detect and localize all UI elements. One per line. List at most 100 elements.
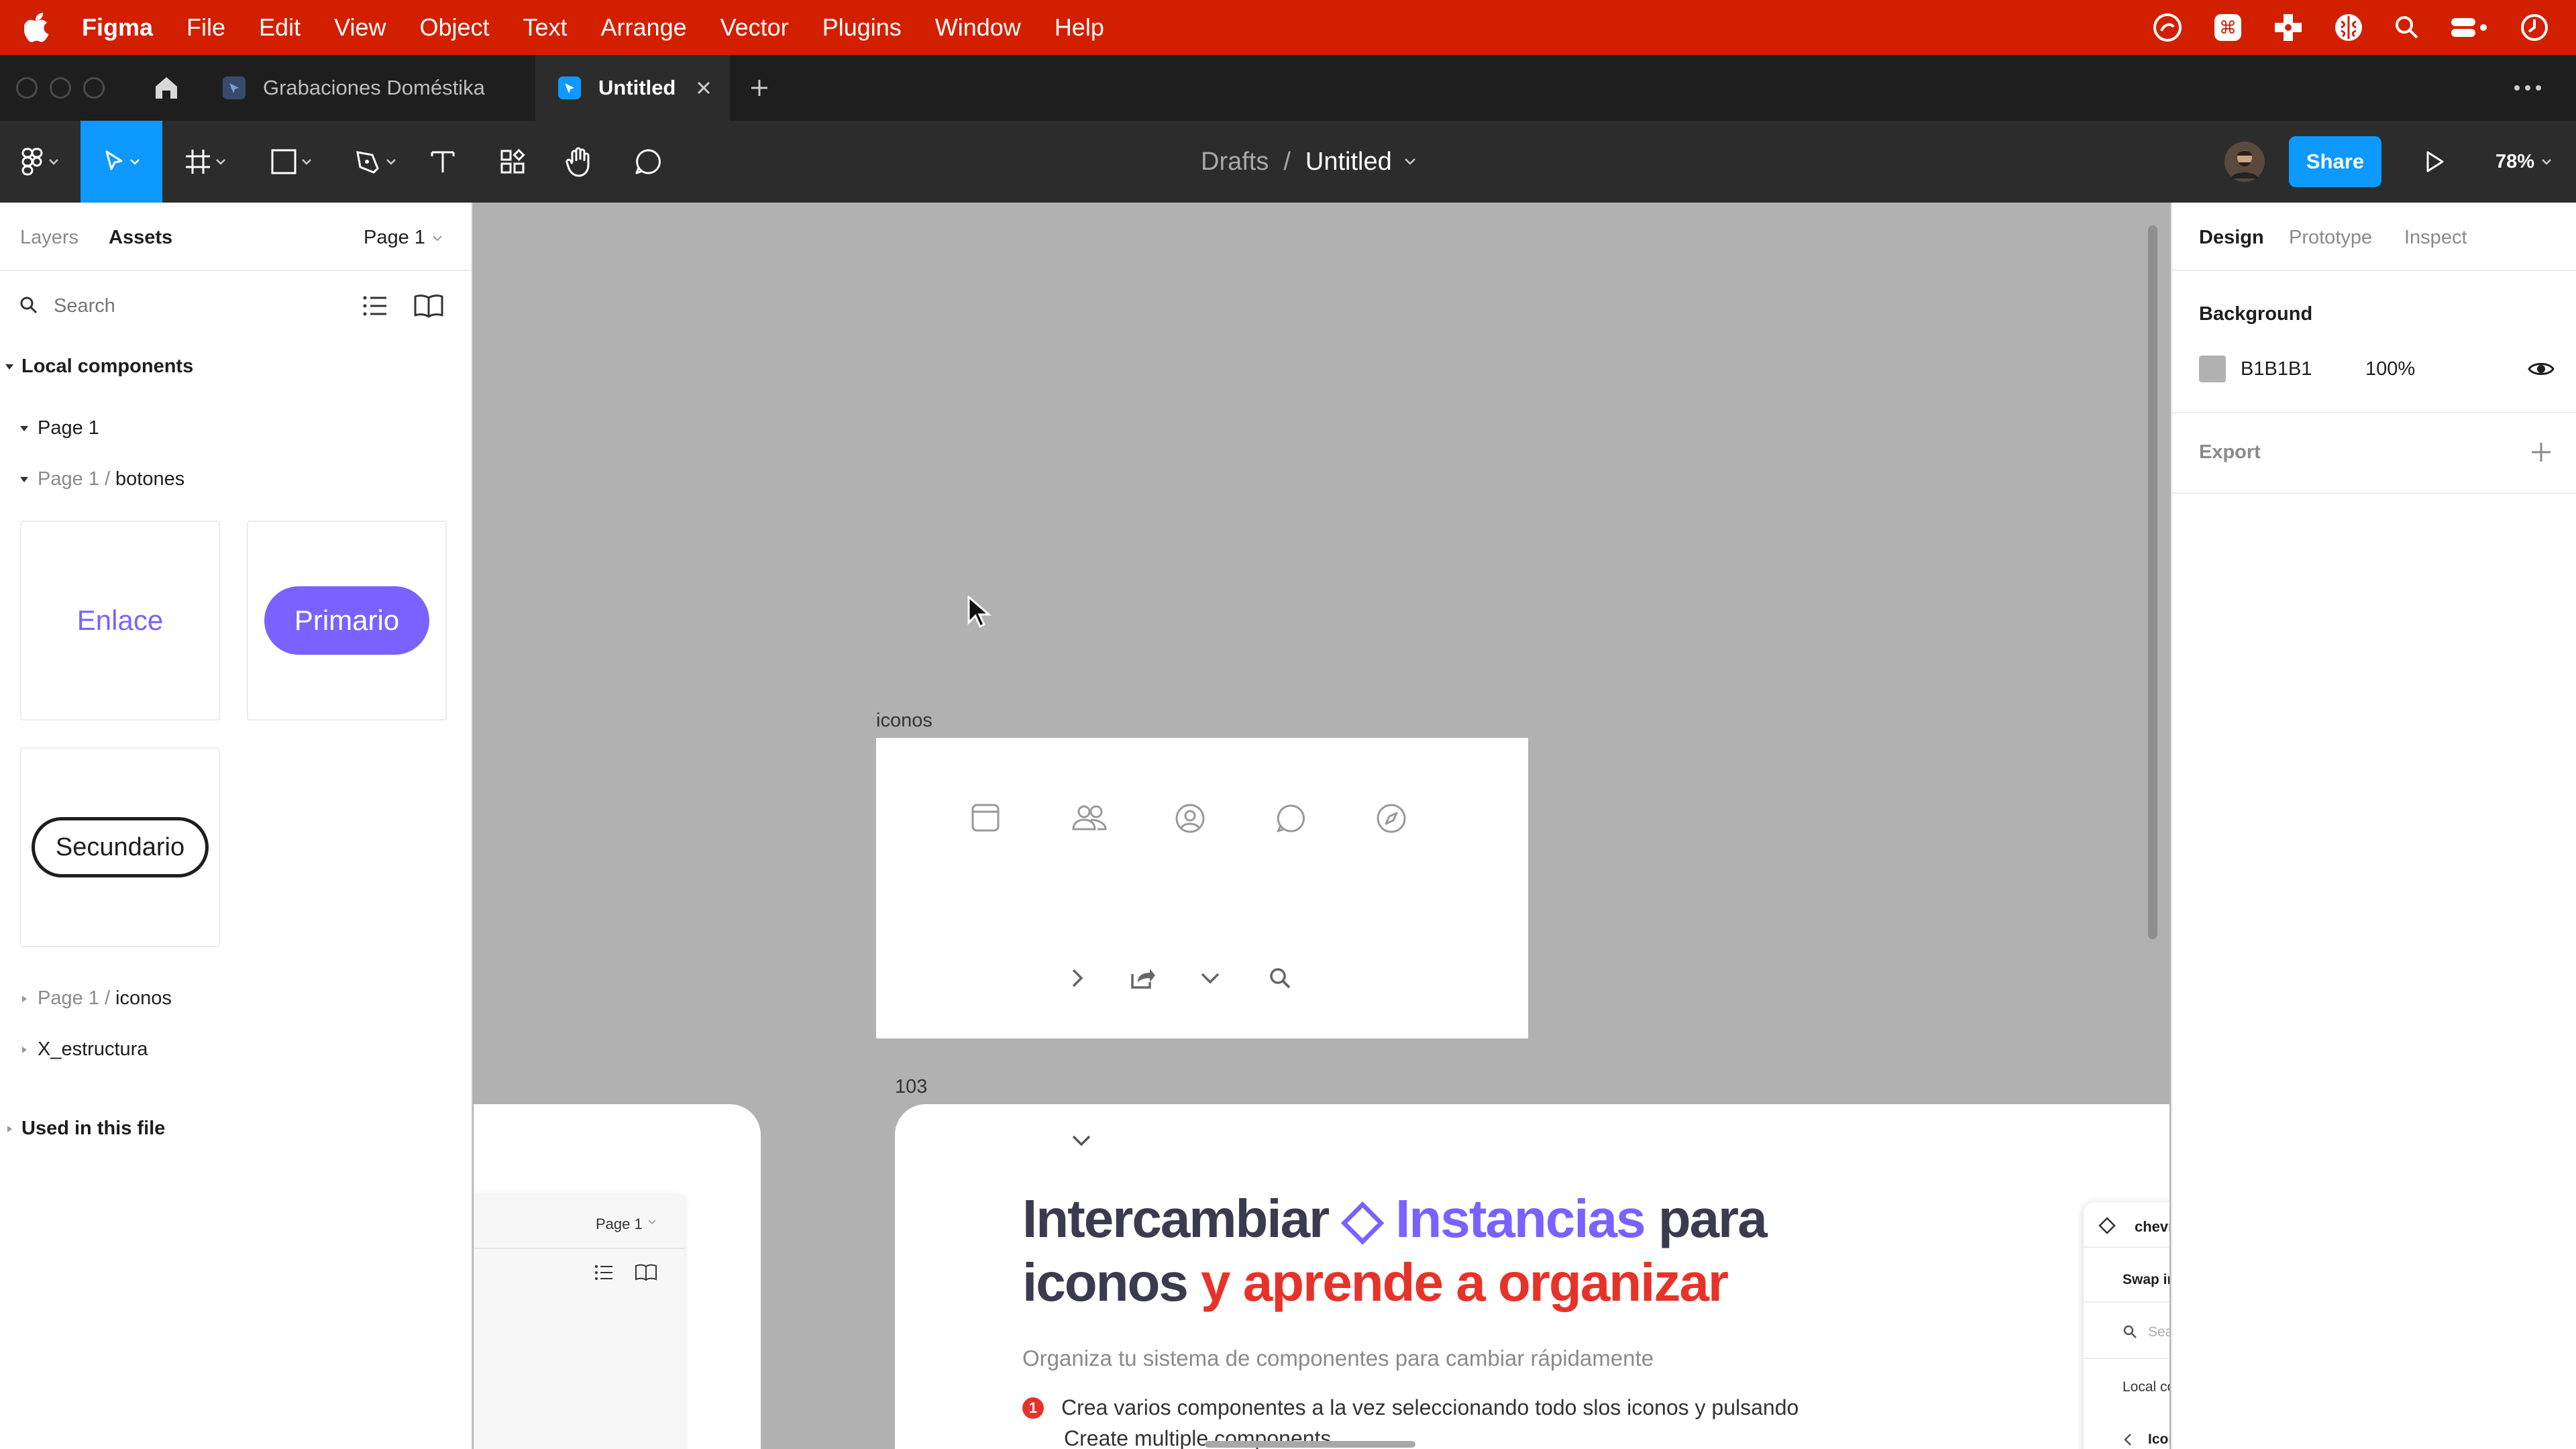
window-zoom-button[interactable] (83, 77, 105, 99)
mini-assets-panel: Page 1 (474, 1194, 684, 1449)
clock-icon[interactable] (2520, 13, 2549, 42)
list-view-icon (594, 1264, 613, 1281)
canvas-scrollbar[interactable] (2148, 225, 2157, 939)
video-bullet: 1 Crea varios componentes a la vez selec… (1022, 1395, 1799, 1420)
menu-arrange[interactable]: Arrange (601, 13, 687, 42)
component-card-enlace[interactable]: Enlace (20, 521, 220, 720)
page-select[interactable]: Page 1 (364, 227, 443, 249)
menu-edit[interactable]: Edit (259, 13, 301, 42)
chevron-down-icon (129, 158, 140, 165)
present-button[interactable] (2411, 121, 2459, 203)
menu-plugins[interactable]: Plugins (822, 13, 902, 42)
avatar[interactable] (2220, 121, 2269, 203)
canvas[interactable]: iconos 103 Page 1 chevron- Swap insta (474, 203, 2169, 1449)
users-icon[interactable] (1071, 802, 1108, 833)
divider (0, 270, 471, 271)
background-opacity-input[interactable]: 100% (2365, 358, 2415, 380)
tree-estructura-label: X_estructura (38, 1038, 148, 1060)
component-card-primario[interactable]: Primario (247, 521, 447, 720)
library-icon[interactable] (413, 294, 444, 318)
chevron-down-icon[interactable] (1198, 966, 1222, 990)
tab-design[interactable]: Design (2199, 227, 2264, 249)
share-icon[interactable] (1130, 966, 1157, 990)
menu-window[interactable]: Window (935, 13, 1021, 42)
window-close-button[interactable] (16, 77, 38, 99)
plus-cross-icon[interactable] (2273, 12, 2304, 43)
background-color-swatch[interactable] (2199, 356, 2226, 382)
menu-text[interactable]: Text (523, 13, 568, 42)
menu-app-figma[interactable]: Figma (82, 13, 153, 42)
tree-estructura[interactable]: X_estructura (17, 1038, 148, 1061)
menu-view[interactable]: View (334, 13, 386, 42)
tab-assets[interactable]: Assets (109, 227, 172, 249)
chevron-right-icon[interactable] (1067, 966, 1087, 990)
local-components-section[interactable]: Local components (3, 356, 193, 378)
popup-swap-label: Swap insta (2123, 1272, 2169, 1287)
home-tab[interactable] (134, 55, 199, 121)
apple-icon[interactable] (24, 13, 54, 42)
tree-page1[interactable]: Page 1 (17, 417, 99, 439)
control-center-icon[interactable] (2450, 14, 2490, 41)
figma-file-icon (223, 76, 246, 99)
component-card-secundario[interactable]: Secundario (20, 747, 220, 947)
menu-help[interactable]: Help (1055, 13, 1104, 42)
tab-grabaciones[interactable]: Grabaciones Doméstika (200, 55, 534, 121)
new-tab-button[interactable] (738, 55, 781, 121)
search-icon[interactable] (1268, 966, 1292, 990)
search-icon[interactable] (2394, 14, 2420, 41)
frame-iconos[interactable] (876, 738, 1528, 1038)
menu-file[interactable]: File (186, 13, 225, 42)
window-minimize-button[interactable] (50, 77, 71, 99)
share-button[interactable]: Share (2289, 136, 2381, 187)
background-hex-input[interactable]: B1B1B1 (2241, 358, 2312, 380)
close-tab-icon[interactable] (696, 80, 712, 96)
tree-iconos[interactable]: Page 1 / iconos (17, 987, 172, 1010)
calendar-icon[interactable] (970, 802, 1001, 833)
tree-botones[interactable]: Page 1 / botones (17, 468, 184, 490)
frame-label-103[interactable]: 103 (895, 1076, 927, 1098)
breadcrumb-drafts[interactable]: Drafts (1201, 148, 1269, 176)
eye-icon[interactable] (2528, 360, 2555, 378)
right-panel: Design Prototype Inspect Background B1B1… (2171, 203, 2576, 1449)
tree-botones-label: botones (115, 468, 185, 490)
tray-app-icon[interactable] (2152, 12, 2183, 43)
comment-tool-button[interactable] (621, 121, 675, 203)
divider (2172, 492, 2576, 494)
video-scrollbar[interactable] (1205, 1441, 1415, 1448)
resources-tool-button[interactable] (486, 121, 539, 203)
text-tool-button[interactable] (416, 121, 470, 203)
zoom-control[interactable]: 78% (2496, 121, 2552, 203)
video-left-card: Page 1 (474, 1104, 761, 1449)
used-in-file-section[interactable]: Used in this file (3, 1118, 165, 1140)
chevron-down-icon[interactable] (1404, 158, 1416, 166)
menu-object[interactable]: Object (419, 13, 489, 42)
file-name[interactable]: Untitled (1305, 148, 1392, 176)
user-circle-icon[interactable] (1174, 802, 1206, 835)
breadcrumb: Drafts / Untitled (1201, 121, 1416, 203)
hand-tool-button[interactable] (553, 121, 606, 203)
menu-vector[interactable]: Vector (720, 13, 789, 42)
tab-inspect[interactable]: Inspect (2404, 227, 2467, 249)
divider (2084, 1358, 2169, 1359)
chat-bubble-icon[interactable] (1275, 802, 1307, 835)
caret-right-icon (22, 1046, 27, 1053)
compass-icon[interactable] (1375, 802, 1407, 835)
export-section-label: Export (2199, 441, 2261, 463)
pen-tool-button[interactable] (342, 121, 409, 203)
tab-prototype[interactable]: Prototype (2289, 227, 2372, 249)
add-export-icon[interactable] (2529, 440, 2553, 464)
frame-label-iconos[interactable]: iconos (876, 710, 932, 732)
more-options-button[interactable] (2496, 55, 2560, 121)
main-menu-button[interactable] (7, 121, 74, 203)
list-view-icon[interactable] (362, 294, 388, 318)
assets-search-input[interactable] (54, 291, 335, 321)
tab-untitled[interactable]: Untitled (535, 55, 730, 121)
frame-tool-button[interactable] (172, 121, 239, 203)
tab-layers[interactable]: Layers (20, 227, 78, 249)
divider (2084, 1246, 2169, 1248)
brain-icon[interactable] (2333, 12, 2364, 43)
command-icon[interactable]: ⌘ (2212, 12, 2243, 43)
popup-search: Search (2148, 1324, 2169, 1340)
shape-tool-button[interactable] (258, 121, 325, 203)
move-tool-button[interactable] (80, 121, 162, 203)
